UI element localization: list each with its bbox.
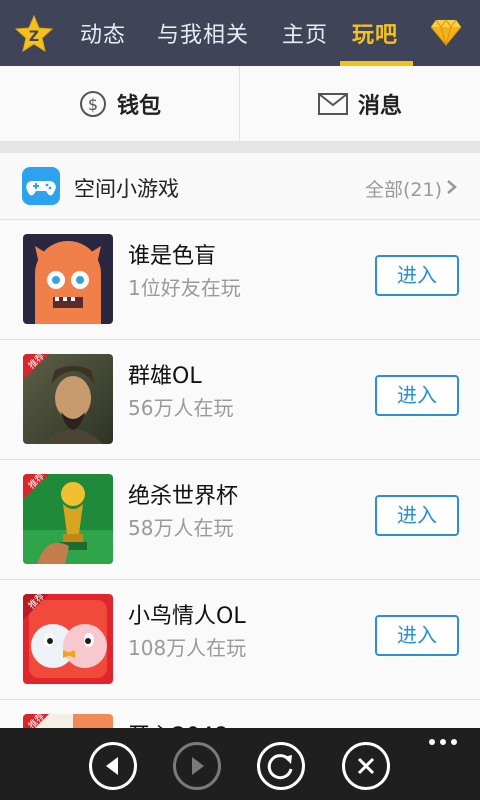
game-thumbnail: 推荐 <box>23 354 113 444</box>
diamond-icon[interactable] <box>430 18 462 46</box>
refresh-icon <box>267 754 293 780</box>
game-name: 谁是色盲 <box>128 244 217 269</box>
svg-text:Z: Z <box>29 29 39 45</box>
enter-button[interactable]: 进入 <box>375 255 459 296</box>
messages-button[interactable]: 消息 <box>240 66 480 142</box>
coin-icon: $ <box>79 91 106 117</box>
gamepad-icon <box>22 167 60 205</box>
game-players: 58万人在玩 <box>128 516 234 540</box>
game-row[interactable]: 推荐 群雄OL 56万人在玩 进入 <box>0 340 480 460</box>
top-nav: Z 动态 与我相关 主页 玩吧 <box>0 0 480 66</box>
svg-text:$: $ <box>88 95 98 114</box>
games-section-header[interactable]: 空间小游戏 全部(21) <box>0 153 480 220</box>
enter-button[interactable]: 进入 <box>375 495 459 536</box>
game-players: 108万人在玩 <box>128 636 247 660</box>
tab-related-to-me[interactable]: 与我相关 <box>157 17 249 49</box>
game-players: 56万人在玩 <box>128 396 234 420</box>
section-title: 空间小游戏 <box>74 177 179 201</box>
section-gap <box>0 142 480 153</box>
more-dots-icon[interactable] <box>428 738 458 746</box>
action-bar: $ 钱包 消息 <box>0 66 480 142</box>
game-players: 1位好友在玩 <box>128 276 241 300</box>
game-list: 谁是色盲 1位好友在玩 进入 推荐 群雄OL 56万人在玩 进入 推荐 绝杀世界… <box>0 220 480 740</box>
game-row[interactable]: 谁是色盲 1位好友在玩 进入 <box>0 220 480 340</box>
close-icon <box>357 757 375 775</box>
game-row[interactable]: 推荐 绝杀世界杯 58万人在玩 进入 <box>0 460 480 580</box>
envelope-icon <box>317 93 348 115</box>
chevron-right-icon <box>447 180 457 194</box>
messages-label: 消息 <box>357 94 402 119</box>
close-button[interactable] <box>342 742 390 790</box>
game-thumbnail <box>23 234 113 324</box>
tab-feed[interactable]: 动态 <box>80 17 126 49</box>
forward-icon <box>192 757 204 775</box>
game-name: 绝杀世界杯 <box>128 484 239 509</box>
game-name: 群雄OL <box>128 364 202 389</box>
wallet-button[interactable]: $ 钱包 <box>0 66 240 142</box>
game-name: 小鸟情人OL <box>128 604 246 629</box>
see-all-link[interactable]: 全部(21) <box>365 175 442 202</box>
game-thumbnail: 推荐 <box>23 594 113 684</box>
tab-games[interactable]: 玩吧 <box>352 17 398 49</box>
enter-button[interactable]: 进入 <box>375 615 459 656</box>
tab-home[interactable]: 主页 <box>282 17 328 49</box>
enter-button[interactable]: 进入 <box>375 375 459 416</box>
refresh-button[interactable] <box>257 742 305 790</box>
back-button[interactable] <box>89 742 137 790</box>
qzone-star-icon[interactable]: Z <box>14 14 54 54</box>
forward-button[interactable] <box>173 742 221 790</box>
back-icon <box>106 757 118 775</box>
wallet-label: 钱包 <box>116 94 161 119</box>
game-row[interactable]: 推荐 小鸟情人OL 108万人在玩 进入 <box>0 580 480 700</box>
game-thumbnail: 推荐 <box>23 474 113 564</box>
app-bar <box>0 728 480 800</box>
